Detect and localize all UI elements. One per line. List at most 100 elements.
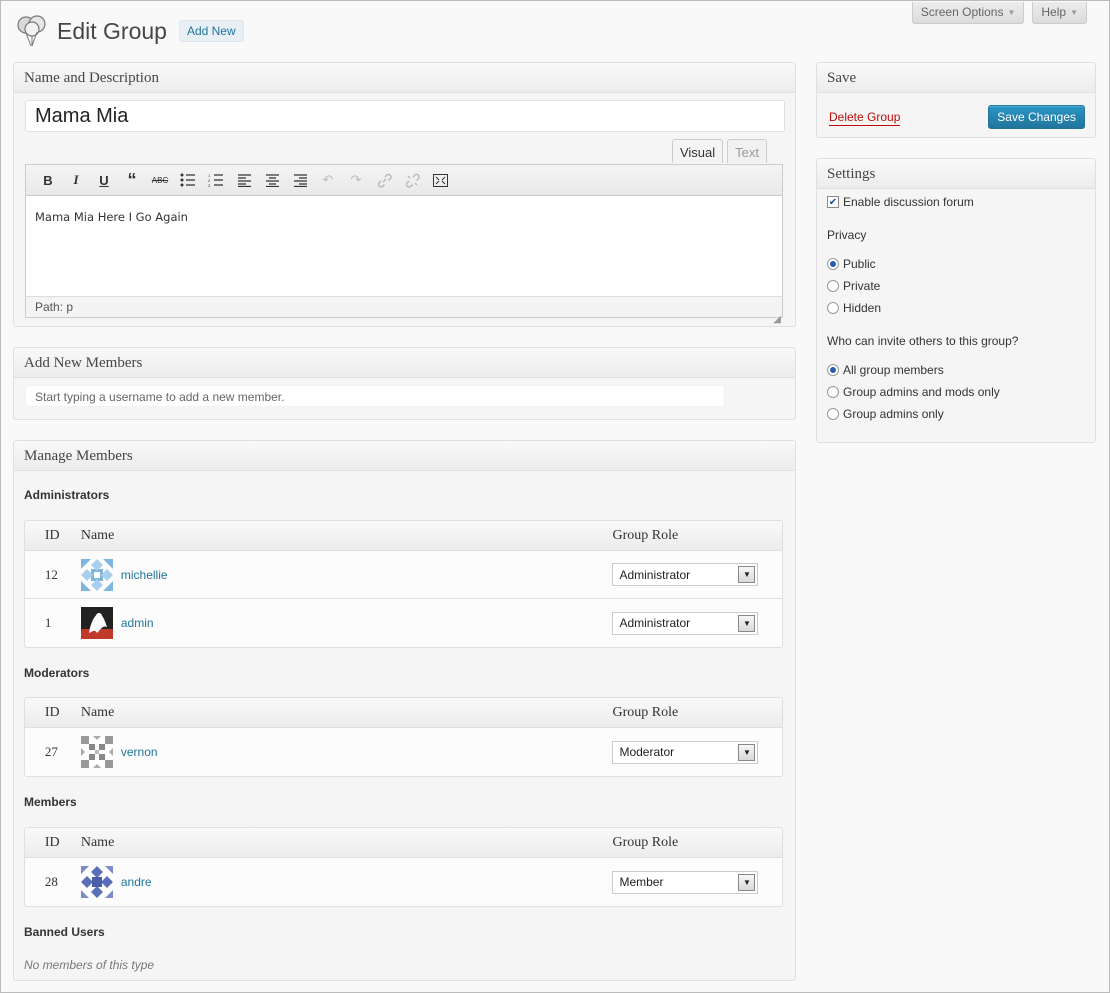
group-role-select[interactable]: Administrator ▼ — [612, 611, 759, 635]
blockquote-icon[interactable]: “ — [118, 169, 146, 191]
chevron-down-icon: ▼ — [738, 566, 756, 583]
banned-users-label: Banned Users — [24, 925, 105, 939]
table-row: 28 andre Member ▼ — [25, 858, 782, 906]
screen-meta-tabs: Screen Options ▼ Help ▼ — [911, 2, 1087, 24]
undo-icon[interactable]: ↶ — [314, 169, 342, 191]
member-id: 1 — [44, 615, 52, 630]
italic-icon[interactable]: I — [62, 169, 90, 191]
member-name-link[interactable]: andre — [121, 875, 152, 889]
link-icon[interactable] — [370, 169, 398, 191]
strikethrough-icon[interactable]: ABC — [146, 169, 174, 191]
chevron-down-icon: ▼ — [738, 873, 756, 891]
settings-heading: Settings — [817, 159, 1095, 189]
description-editor: B I U “ ABC 123 ↶ ↷ Mama Mia Here I Go A… — [25, 164, 783, 318]
screen-options-button[interactable]: Screen Options ▼ — [911, 2, 1025, 24]
group-role-value: Member — [619, 875, 664, 889]
invite-radio-all[interactable] — [827, 364, 839, 376]
group-role-select[interactable]: Moderator ▼ — [612, 740, 759, 764]
member-id: 12 — [44, 566, 58, 582]
forum-option[interactable]: ✔ Enable discussion forum — [827, 191, 1087, 213]
invite-radio-admins-mods[interactable] — [827, 386, 839, 398]
chevron-down-icon: ▼ — [738, 614, 756, 632]
group-role-value: Moderator — [619, 745, 675, 759]
members-table: ID Name Group Role 28 andre Member ▼ — [24, 827, 783, 907]
manage-members-heading: Manage Members — [14, 441, 795, 471]
invite-label: Who can invite others to this group? — [827, 334, 1019, 348]
align-left-icon[interactable] — [230, 169, 258, 191]
table-header: ID Name Group Role — [25, 828, 782, 858]
redo-icon[interactable]: ↷ — [342, 169, 370, 191]
help-label: Help — [1041, 5, 1067, 19]
invite-radio-admins[interactable] — [827, 408, 839, 420]
table-row: 12 michellie Administrator ▼ — [25, 551, 782, 599]
invite-option-admins[interactable]: Group admins only — [827, 403, 1087, 425]
member-name-link[interactable]: michellie — [121, 568, 168, 582]
add-new-button[interactable]: Add New — [178, 20, 244, 42]
privacy-option-label: Hidden — [843, 301, 882, 315]
group-role-select[interactable]: Member ▼ — [612, 870, 759, 894]
avatar — [80, 736, 113, 768]
member-name-link[interactable]: admin — [121, 616, 154, 630]
invite-option-label: Group admins only — [843, 407, 944, 421]
col-role-header: Group Role — [612, 704, 679, 720]
chevron-down-icon: ▼ — [1007, 7, 1016, 17]
page-title: Edit Group — [57, 17, 167, 44]
unlink-icon[interactable] — [398, 169, 426, 191]
group-role-select[interactable]: Administrator ▼ — [612, 563, 759, 586]
table-header: ID Name Group Role — [25, 521, 782, 551]
tab-text[interactable]: Text — [727, 139, 767, 163]
editor-path: Path: p — [26, 296, 782, 317]
privacy-option-public[interactable]: Public — [827, 253, 1087, 275]
save-changes-button[interactable]: Save Changes — [988, 105, 1085, 129]
tab-visual[interactable]: Visual — [671, 139, 724, 163]
moderators-label: Moderators — [24, 666, 90, 680]
svg-text:3: 3 — [208, 183, 211, 187]
col-id-header: ID — [44, 704, 60, 720]
add-member-input[interactable]: Start typing a username to add a new mem… — [25, 385, 725, 407]
align-right-icon[interactable] — [286, 169, 314, 191]
privacy-option-hidden[interactable]: Hidden — [827, 297, 1087, 319]
add-new-members-box: Add New Members Start typing a username … — [13, 347, 796, 420]
administrators-label: Administrators — [24, 488, 110, 502]
groups-balloons-icon — [17, 15, 46, 47]
screen-options-label: Screen Options — [920, 5, 1004, 19]
avatar — [80, 866, 113, 898]
invite-option-all[interactable]: All group members — [827, 359, 1087, 381]
member-id: 28 — [44, 874, 58, 889]
forum-checkbox[interactable]: ✔ — [827, 196, 839, 208]
chevron-down-icon: ▼ — [1070, 7, 1078, 17]
invite-option-admins-mods[interactable]: Group admins and mods only — [827, 381, 1087, 403]
banned-empty-message: No members of this type — [24, 958, 155, 972]
privacy-radio-hidden[interactable] — [827, 302, 839, 314]
members-label: Members — [24, 795, 77, 809]
privacy-option-private[interactable]: Private — [827, 275, 1087, 297]
add-new-members-heading: Add New Members — [14, 348, 795, 378]
invite-option-label: All group members — [843, 363, 944, 377]
resize-handle-icon[interactable]: ◢ — [773, 314, 781, 325]
privacy-radio-private[interactable] — [827, 280, 839, 292]
page-header: Edit Group Add New — [15, 11, 244, 51]
administrators-table: ID Name Group Role 12 michellie Administ… — [24, 520, 783, 648]
privacy-radio-public[interactable] — [827, 258, 839, 270]
invite-option-label: Group admins and mods only — [843, 385, 1000, 399]
bold-icon[interactable]: B — [34, 169, 62, 191]
col-name-header: Name — [80, 834, 115, 850]
col-name-header: Name — [80, 704, 115, 720]
chevron-down-icon: ▼ — [738, 743, 756, 761]
member-name-link[interactable]: vernon — [121, 745, 158, 759]
group-role-value: Administrator — [619, 567, 691, 582]
table-header: ID Name Group Role — [25, 698, 782, 728]
avatar — [80, 558, 113, 591]
name-description-box: Name and Description Mama Mia Visual Tex… — [13, 62, 796, 327]
description-content[interactable]: Mama Mia Here I Go Again — [26, 196, 782, 296]
fullscreen-icon[interactable] — [426, 169, 454, 191]
group-name-input[interactable]: Mama Mia — [25, 100, 785, 132]
col-name-header: Name — [80, 527, 115, 543]
align-center-icon[interactable] — [258, 169, 286, 191]
underline-icon[interactable]: U — [90, 169, 118, 191]
delete-group-link[interactable]: Delete Group — [829, 110, 901, 126]
bullet-list-icon[interactable] — [174, 169, 202, 191]
help-button[interactable]: Help ▼ — [1032, 2, 1087, 24]
privacy-label: Privacy — [827, 228, 867, 242]
numbered-list-icon[interactable]: 123 — [202, 169, 230, 191]
